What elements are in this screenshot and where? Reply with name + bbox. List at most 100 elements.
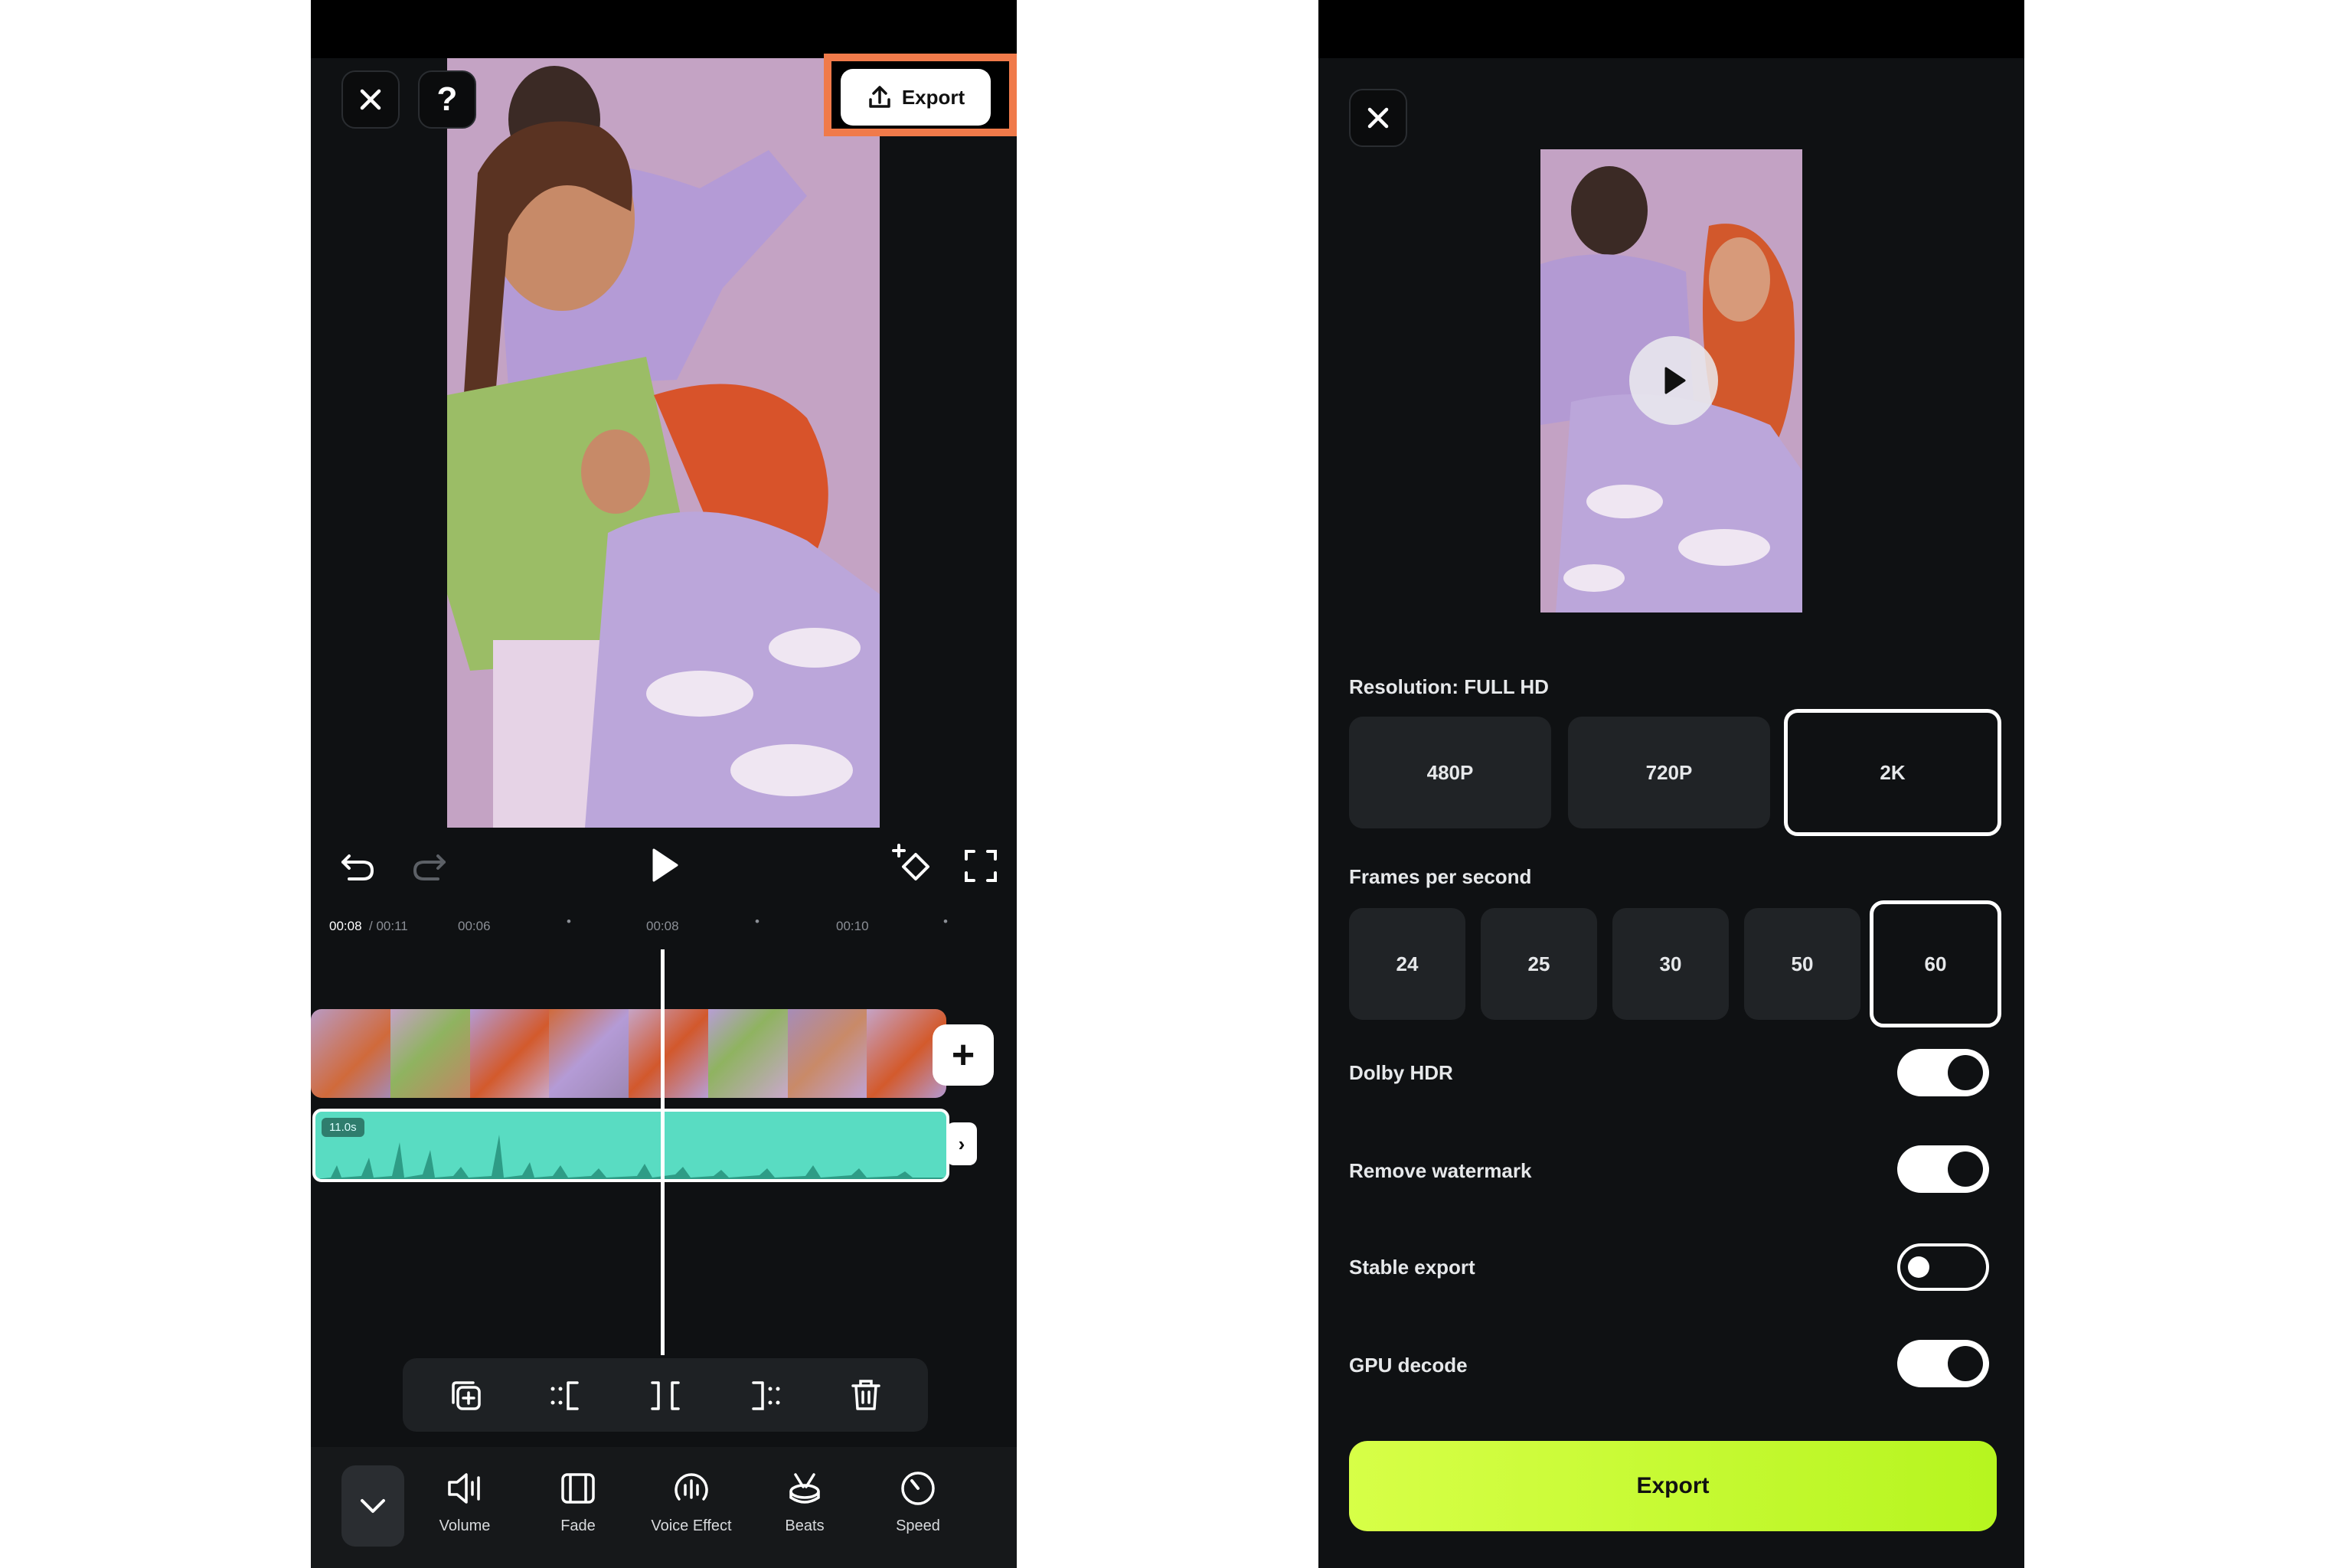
- close-button[interactable]: [341, 70, 400, 129]
- close-icon: [1367, 107, 1389, 129]
- keyframe-icon[interactable]: [891, 842, 937, 888]
- clip-thumbnail: [707, 1009, 788, 1098]
- clip-thumbnail: [629, 1009, 708, 1098]
- clip-thumbnail: [787, 1009, 867, 1098]
- audio-trim-handle[interactable]: ›: [946, 1122, 977, 1165]
- clip-thumbnail: [390, 1009, 470, 1098]
- tool-voice-effect[interactable]: Voice Effect: [642, 1468, 741, 1535]
- add-clip-button[interactable]: +: [933, 1024, 994, 1086]
- fps-option-50[interactable]: 50: [1744, 908, 1860, 1020]
- play-icon: [1664, 367, 1686, 394]
- export-confirm-label: Export: [1636, 1473, 1710, 1498]
- ruler-tick: 00:06: [458, 919, 491, 933]
- audio-duration-badge: 11.0s: [322, 1118, 364, 1137]
- tool-label: Beats: [785, 1517, 825, 1534]
- ruler-tick: 00:08: [646, 919, 679, 933]
- option-label: 24: [1396, 952, 1419, 975]
- option-label: 25: [1527, 952, 1550, 975]
- playhead[interactable]: [661, 949, 665, 1355]
- tool-beats[interactable]: Beats: [755, 1468, 854, 1535]
- upload-icon: [869, 86, 890, 108]
- fps-label: Frames per second: [1349, 865, 1532, 888]
- remove-watermark-label: Remove watermark: [1349, 1159, 1532, 1182]
- export-video-preview[interactable]: [1540, 149, 1802, 612]
- dolby-hdr-toggle[interactable]: [1897, 1049, 1989, 1096]
- editor-screen: ? Export 00:08 / 00:11 00:06 • 00:08 • 0…: [311, 0, 1017, 1568]
- ruler-tick: 00:10: [836, 919, 869, 933]
- current-time: 00:08: [329, 919, 362, 933]
- tool-label: Fade: [560, 1517, 596, 1534]
- fps-option-30[interactable]: 30: [1612, 908, 1729, 1020]
- preview-play-button[interactable]: [1629, 336, 1718, 425]
- status-bar: [1318, 0, 2024, 58]
- video-preview[interactable]: [447, 58, 880, 828]
- tool-fade[interactable]: Fade: [528, 1468, 628, 1535]
- tool-label: Speed: [896, 1517, 940, 1534]
- toggle-knob: [1948, 1346, 1983, 1381]
- export-settings-screen: Resolution: FULL HD 480P 720P 2K Frames …: [1318, 0, 2024, 1568]
- status-bar: [311, 0, 1017, 58]
- split-icon[interactable]: [648, 1378, 683, 1413]
- ruler-dot: •: [567, 914, 571, 929]
- option-label: 2K: [1880, 760, 1906, 784]
- resolution-option-2k[interactable]: 2K: [1784, 709, 2001, 836]
- edit-tools-bar: [403, 1358, 928, 1432]
- fps-option-24[interactable]: 24: [1349, 908, 1465, 1020]
- ruler-dot: •: [755, 914, 760, 929]
- tool-volume[interactable]: Volume: [415, 1468, 514, 1535]
- tool-label: Volume: [439, 1517, 491, 1534]
- stable-export-toggle[interactable]: [1897, 1243, 1989, 1291]
- toggle-knob: [1948, 1152, 1983, 1187]
- help-button[interactable]: ?: [418, 70, 476, 129]
- redo-icon[interactable]: [409, 847, 449, 884]
- remove-watermark-toggle[interactable]: [1897, 1145, 1989, 1193]
- collapse-button[interactable]: [341, 1465, 404, 1547]
- toggle-knob: [1908, 1256, 1929, 1278]
- delete-icon[interactable]: [848, 1377, 884, 1413]
- undo-icon[interactable]: [338, 847, 378, 884]
- video-frame-image: [447, 58, 880, 828]
- plus-icon: +: [951, 1033, 975, 1077]
- speed-icon: [901, 1472, 935, 1505]
- export-confirm-button[interactable]: Export: [1349, 1441, 1997, 1531]
- stable-export-label: Stable export: [1349, 1256, 1475, 1279]
- clip-thumbnail: [311, 1009, 390, 1098]
- duplicate-icon[interactable]: [449, 1378, 484, 1413]
- export-label: Export: [901, 85, 965, 109]
- fullscreen-icon[interactable]: [963, 848, 998, 884]
- audio-track[interactable]: [312, 1109, 949, 1182]
- tool-speed[interactable]: Speed: [868, 1468, 968, 1535]
- clip-thumbnail: [549, 1009, 629, 1098]
- beats-icon: [789, 1473, 820, 1504]
- help-icon: ?: [436, 80, 458, 118]
- fps-option-25[interactable]: 25: [1481, 908, 1597, 1020]
- timeline-ruler[interactable]: 00:08 / 00:11 00:06 • 00:08 • 00:10 •: [311, 911, 1017, 942]
- play-icon[interactable]: [646, 845, 683, 885]
- close-button[interactable]: [1349, 89, 1407, 147]
- resolution-option-720p[interactable]: 720P: [1568, 717, 1770, 828]
- option-label: 720P: [1645, 760, 1693, 784]
- volume-icon: [448, 1473, 480, 1504]
- gpu-decode-toggle[interactable]: [1897, 1340, 1989, 1387]
- voice-effect-icon: [675, 1473, 708, 1501]
- dolby-hdr-label: Dolby HDR: [1349, 1061, 1453, 1084]
- ruler-dot: •: [943, 914, 948, 929]
- tool-label: Voice Effect: [651, 1517, 732, 1534]
- total-time: / 00:11: [369, 919, 408, 933]
- option-label: 50: [1791, 952, 1814, 975]
- close-icon: [360, 89, 381, 110]
- gpu-decode-label: GPU decode: [1349, 1354, 1468, 1377]
- video-clip-track[interactable]: [311, 1009, 946, 1098]
- trim-start-icon[interactable]: [547, 1378, 582, 1413]
- trim-end-icon[interactable]: [749, 1378, 784, 1413]
- audio-waveform: [315, 1135, 946, 1179]
- option-label: 480P: [1426, 760, 1474, 784]
- option-label: 30: [1659, 952, 1682, 975]
- clip-thumbnail: [469, 1009, 550, 1098]
- export-button[interactable]: Export: [841, 69, 991, 126]
- fps-option-60[interactable]: 60: [1870, 900, 2001, 1027]
- resolution-option-480p[interactable]: 480P: [1349, 717, 1551, 828]
- toggle-knob: [1948, 1055, 1983, 1090]
- resolution-label: Resolution: FULL HD: [1349, 675, 1549, 698]
- chevron-right-icon: ›: [958, 1132, 965, 1155]
